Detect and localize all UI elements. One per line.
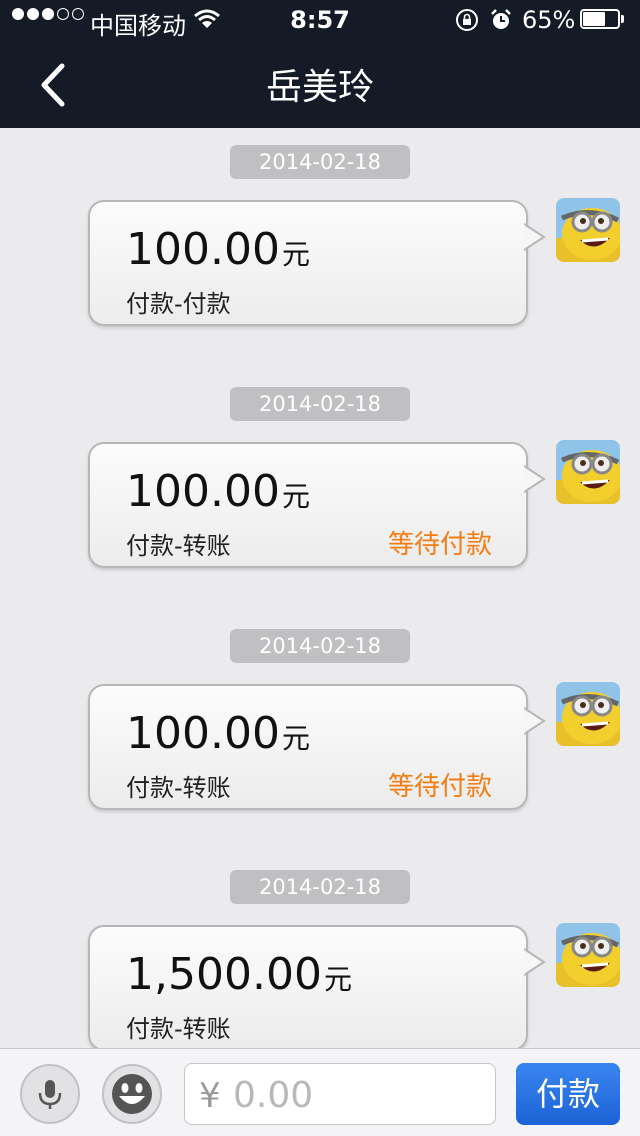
payment-bubble[interactable]: 100.00元 付款-转账 等待付款 — [88, 442, 546, 568]
payment-amount: 1,500.00元 — [126, 949, 352, 1000]
sender-avatar[interactable] — [556, 923, 620, 987]
sender-avatar[interactable] — [556, 198, 620, 262]
payment-description: 付款-转账 — [126, 532, 231, 560]
rotation-lock-icon — [456, 9, 478, 31]
battery-level-fill — [583, 12, 605, 26]
message-date: 2014-02-18 — [230, 870, 410, 904]
payment-amount: 100.00元 — [126, 466, 310, 517]
currency-symbol: ¥ — [199, 1076, 221, 1116]
payment-input-bar: ¥ 付款 — [0, 1048, 640, 1136]
alarm-clock-icon — [491, 9, 511, 29]
message-date: 2014-02-18 — [230, 145, 410, 179]
payment-bubble[interactable]: 100.00元 付款-付款 — [88, 200, 546, 326]
payment-status: 等待付款 — [387, 530, 492, 560]
battery-icon — [580, 9, 626, 31]
microphone-icon — [38, 1080, 62, 1109]
payment-bubble[interactable]: 100.00元 付款-转账 等待付款 — [88, 684, 546, 810]
battery-percent: 65% — [522, 6, 576, 34]
payment-amount: 100.00元 — [126, 224, 310, 275]
payment-status: 等待付款 — [387, 772, 492, 802]
voice-input-button[interactable] — [20, 1064, 80, 1124]
message-list[interactable]: 2014-02-18 100.00元 付款-付款 2014-02-18 100.… — [0, 128, 640, 1048]
bubble-tail — [524, 706, 546, 736]
sender-avatar[interactable] — [556, 682, 620, 746]
payment-description: 付款-转账 — [126, 1015, 231, 1043]
bubble-tail — [524, 464, 546, 494]
smiley-face-icon — [112, 1074, 152, 1114]
sender-avatar[interactable] — [556, 440, 620, 504]
payment-amount-field[interactable]: ¥ — [184, 1063, 496, 1125]
chat-screen: 中国移动 8:57 65% 岳美玲 2014-02-18 100.00元 付款-… — [0, 0, 640, 1136]
payment-amount: 100.00元 — [126, 708, 310, 759]
message-date: 2014-02-18 — [230, 387, 410, 421]
bubble-tail — [524, 947, 546, 977]
payment-bubble[interactable]: 1,500.00元 付款-转账 — [88, 925, 546, 1048]
status-bar: 中国移动 8:57 65% — [0, 0, 640, 40]
bubble-tail — [524, 222, 546, 252]
top-bar: 中国移动 8:57 65% 岳美玲 — [0, 0, 640, 128]
payment-description: 付款-付款 — [126, 290, 231, 318]
amount-input[interactable] — [231, 1072, 485, 1118]
pay-button[interactable]: 付款 — [516, 1063, 620, 1125]
payment-description: 付款-转账 — [126, 774, 231, 802]
contact-name-title: 岳美玲 — [265, 67, 374, 108]
emoji-button[interactable] — [102, 1064, 162, 1124]
message-date: 2014-02-18 — [230, 629, 410, 663]
